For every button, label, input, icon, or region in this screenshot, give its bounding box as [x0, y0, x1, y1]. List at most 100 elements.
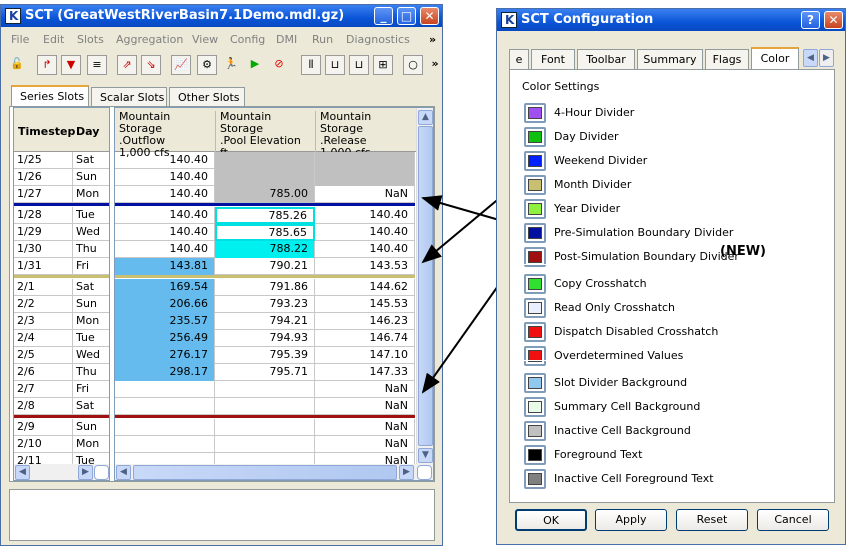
plot-icon[interactable]: 📈 [171, 55, 191, 75]
color-swatch-button[interactable] [524, 322, 546, 342]
menu-edit[interactable]: Edit [43, 33, 64, 46]
cell-pool[interactable]: 794.21 [215, 313, 315, 330]
menu-aggregation[interactable]: Aggregation [116, 33, 183, 46]
color-swatch-button[interactable] [524, 151, 546, 171]
menu-diagnostics[interactable]: Diagnostics [346, 33, 410, 46]
tab-scroll-right-arrow[interactable]: ▶ [819, 49, 834, 67]
timestep-row[interactable]: 1/25 Sat [14, 152, 109, 169]
cell-release[interactable]: NaN [315, 419, 415, 436]
cell-release[interactable]: 145.53 [315, 296, 415, 313]
cell-outflow[interactable]: 276.17 [115, 347, 215, 364]
cell-outflow[interactable] [115, 398, 215, 415]
color-swatch-button[interactable] [524, 199, 546, 219]
tab-series-slots[interactable]: Series Slots [11, 85, 89, 107]
stop-icon[interactable]: ⊘ [269, 55, 289, 75]
object-icon[interactable]: ⚙ [197, 55, 217, 75]
timestep-row[interactable]: 1/27 Mon [14, 186, 109, 203]
cell-release[interactable]: 140.40 [315, 224, 415, 241]
timestep-row[interactable]: 1/26 Sun [14, 169, 109, 186]
cell-outflow[interactable]: 206.66 [115, 296, 215, 313]
cancel-button[interactable]: Cancel [757, 509, 829, 531]
run-play-icon[interactable]: ▶ [245, 55, 265, 75]
cell-pool[interactable] [215, 381, 315, 398]
cell-outflow[interactable]: 298.17 [115, 364, 215, 381]
cell-release[interactable]: 147.10 [315, 347, 415, 364]
menu-more[interactable]: » [429, 33, 436, 46]
collapse-icon[interactable]: ⇘ [141, 55, 161, 75]
timestep-row[interactable]: 2/3 Mon [14, 313, 109, 330]
cell-outflow[interactable] [115, 381, 215, 398]
cell-outflow[interactable]: 140.40 [115, 186, 215, 203]
cell-pool[interactable] [215, 419, 315, 436]
cell-pool[interactable]: 785.26 [215, 207, 315, 224]
cell-outflow[interactable]: 256.49 [115, 330, 215, 347]
cell-outflow[interactable]: 140.40 [115, 241, 215, 258]
color-swatch-button[interactable] [524, 469, 546, 489]
color-swatch-button[interactable] [524, 346, 546, 366]
timestep-row[interactable]: 2/2 Sun [14, 296, 109, 313]
color-swatch-button[interactable] [524, 421, 546, 441]
apply-button[interactable]: Apply [595, 509, 667, 531]
scroll-left-arrow[interactable]: ◀ [15, 465, 30, 480]
reset-button[interactable]: Reset [676, 509, 748, 531]
cell-release[interactable]: NaN [315, 381, 415, 398]
close-button[interactable]: ✕ [420, 7, 439, 25]
tab-partial[interactable]: e [509, 49, 529, 69]
cell-pool[interactable] [215, 169, 315, 186]
cell-pool[interactable]: 793.23 [215, 296, 315, 313]
cell-release[interactable]: NaN [315, 436, 415, 453]
tab-toolbar[interactable]: Toolbar [577, 49, 635, 69]
vertical-scroll-thumb[interactable] [418, 126, 433, 446]
filter-icon[interactable]: ▼ [61, 55, 81, 75]
cell-pool[interactable]: 785.00 [215, 186, 315, 203]
cell-release[interactable]: 140.40 [315, 207, 415, 224]
color-swatch-button[interactable] [524, 445, 546, 465]
maximize-button[interactable]: □ [397, 7, 416, 25]
cell-release[interactable]: 144.62 [315, 279, 415, 296]
vertical-scrollbar[interactable]: ▲ ▼ [416, 108, 433, 464]
cell-pool[interactable] [215, 152, 315, 169]
tab-summary[interactable]: Summary [637, 49, 703, 69]
corner-button[interactable] [94, 465, 109, 480]
cell-pool[interactable]: 791.86 [215, 279, 315, 296]
cell-release[interactable]: NaN [315, 398, 415, 415]
tab-other-slots[interactable]: Other Slots [169, 87, 245, 107]
expand-icon[interactable]: ⇗ [117, 55, 137, 75]
cell-release[interactable]: NaN [315, 186, 415, 203]
minimize-button[interactable]: _ [374, 7, 393, 25]
timestep-row[interactable]: 2/10 Mon [14, 436, 109, 453]
ok-button[interactable]: OK [515, 509, 587, 531]
cell-outflow[interactable]: 169.54 [115, 279, 215, 296]
toolbar-more-icon[interactable]: » [425, 55, 445, 75]
timestep-row[interactable]: 1/30 Thu [14, 241, 109, 258]
list-icon[interactable]: ≡ [87, 55, 107, 75]
hcorner-button[interactable] [417, 465, 432, 480]
config-close-button[interactable]: ✕ [824, 11, 843, 29]
timestep-row[interactable]: 2/5 Wed [14, 347, 109, 364]
data-hscroll[interactable]: ◀ ▶ [115, 464, 433, 480]
color-swatch-button[interactable] [524, 127, 546, 147]
menu-run[interactable]: Run [312, 33, 333, 46]
scroll-down-arrow[interactable]: ▼ [418, 448, 433, 463]
timestep-row[interactable]: 2/7 Fri [14, 381, 109, 398]
cell-release[interactable]: 146.74 [315, 330, 415, 347]
menu-file[interactable]: File [11, 33, 29, 46]
align-bottom-icon[interactable]: ⊔ [325, 55, 345, 75]
cell-pool[interactable]: 795.39 [215, 347, 315, 364]
menu-view[interactable]: View [192, 33, 218, 46]
cell-release[interactable]: 143.53 [315, 258, 415, 275]
cell-pool[interactable]: 788.22 [215, 241, 315, 258]
cell-pool[interactable]: 785.65 [215, 224, 315, 241]
cell-outflow[interactable]: 235.57 [115, 313, 215, 330]
cell-pool[interactable]: 794.93 [215, 330, 315, 347]
cell-outflow[interactable] [115, 436, 215, 453]
tab-flags[interactable]: Flags [705, 49, 749, 69]
align-bottom2-icon[interactable]: ⊔ [349, 55, 369, 75]
cell-pool[interactable]: 790.21 [215, 258, 315, 275]
cell-outflow[interactable]: 140.40 [115, 169, 215, 186]
timestep-hscroll[interactable]: ◀ ▶ [14, 464, 109, 480]
cell-pool[interactable] [215, 398, 315, 415]
scroll-right-arrow[interactable]: ▶ [78, 465, 93, 480]
color-swatch-button[interactable] [524, 397, 546, 417]
cell-outflow[interactable]: 140.40 [115, 152, 215, 169]
